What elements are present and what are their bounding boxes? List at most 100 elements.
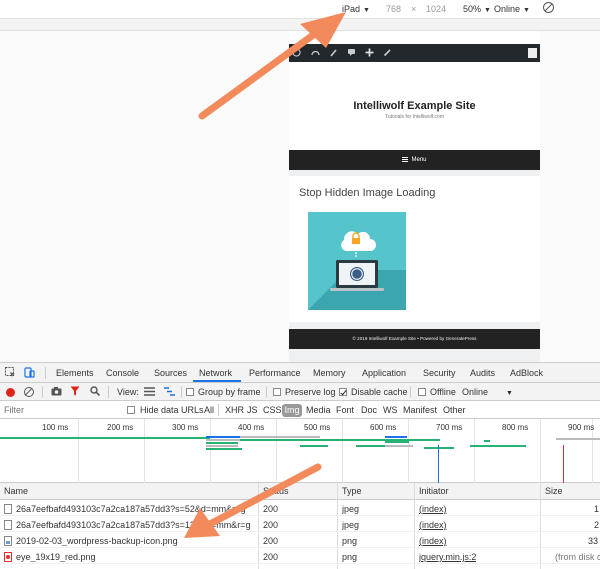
table-row[interactable]: 26a7eefbafd493103c7a2ca187a57dd3?s=128&d… [0,517,600,532]
hide-data-urls-checkbox[interactable] [127,406,135,414]
caret-down-icon: ▼ [484,7,491,14]
group-by-frame-checkbox[interactable] [186,388,194,396]
grid-line [144,419,145,483]
request-status: 200 [263,536,279,546]
zoom-select[interactable]: 50% ▼ [463,4,491,14]
large-rows-icon[interactable] [144,387,155,398]
dom-content-loaded-marker [438,445,439,483]
filter-type-js[interactable]: JS [247,405,258,415]
filter-type-doc[interactable]: Doc [361,405,377,415]
device-select[interactable]: iPad ▼ [342,4,370,14]
filter-input[interactable] [2,403,112,417]
record-icon[interactable] [6,388,15,397]
customize-brush-icon[interactable] [329,48,338,57]
filter-type-img[interactable]: Img [282,404,302,417]
time-tick: 300 ms [172,423,199,432]
request-name: 26a7eefbafd493103c7a2ca187a57dd3?s=52&d=… [16,504,246,514]
tab-application[interactable]: Application [362,368,406,378]
device-toggle-icon[interactable] [24,367,35,378]
request-initiator[interactable]: (index) [419,504,447,514]
request-initiator[interactable]: jquery.min.js:2 [419,552,476,562]
separator [266,386,267,398]
tab-security[interactable]: Security [423,368,456,378]
filter-type-css[interactable]: CSS [263,405,282,415]
menu-bar[interactable]: Menu [289,150,540,170]
wordpress-icon[interactable] [292,48,301,57]
disable-cache-checkbox[interactable] [339,388,347,396]
screenshot-camera-icon[interactable] [51,386,62,398]
table-row[interactable]: 26a7eefbafd493103c7a2ca187a57dd3?s=52&d=… [0,501,600,516]
tab-console[interactable]: Console [106,368,139,378]
tab-performance[interactable]: Performance [249,368,301,378]
clear-icon[interactable] [24,387,34,397]
inspect-element-icon[interactable] [5,367,16,378]
request-status: 200 [263,552,279,562]
edit-pencil-icon[interactable] [383,48,392,57]
wordpress-backup-image [308,212,406,310]
table-row[interactable]: eye_19x19_red.png 200 png jquery.min.js:… [0,549,600,564]
waterfall-bar [0,437,210,439]
throttle-label: Online [462,387,489,397]
requests-table: Name Status Type Initiator Size 26a7eefb… [0,483,600,569]
waterfall-bar [385,441,409,443]
tab-network[interactable]: Network [199,368,232,378]
grid-line [210,419,211,483]
tab-memory[interactable]: Memory [313,368,346,378]
grid-line [78,419,79,483]
eye-image-file-icon [4,552,12,562]
disable-cache-label: Disable cache [351,387,408,397]
separator [108,386,109,398]
site-title[interactable]: Intelliwolf Example Site [289,100,540,112]
dashboard-icon[interactable] [311,48,320,57]
viewport-gutter-right [540,31,600,362]
request-name: 26a7eefbafd493103c7a2ca187a57dd3?s=128&d… [16,520,251,530]
menu-label: Menu [411,157,427,163]
throttling-select[interactable]: Online ▼ [494,4,530,14]
column-header-status[interactable]: Status [263,486,289,496]
width-input[interactable]: 768 [386,4,401,14]
column-header-initiator[interactable]: Initiator [419,486,449,496]
user-avatar-icon[interactable] [528,48,537,58]
search-icon[interactable] [90,386,101,398]
tab-elements[interactable]: Elements [56,368,94,378]
offline-label: Offline [430,387,456,397]
image-file-icon [4,536,12,546]
filter-type-media[interactable]: Media [306,405,331,415]
network-overview[interactable]: 100 ms 200 ms 300 ms 400 ms 500 ms 600 m… [0,419,600,483]
waterfall-overview-icon[interactable] [164,387,175,398]
tab-sources[interactable]: Sources [154,368,187,378]
column-header-size[interactable]: Size [545,486,563,496]
preserve-log-checkbox[interactable] [273,388,281,396]
column-header-name[interactable]: Name [4,486,28,496]
waterfall-bar [424,447,454,449]
post-content: Stop Hidden Image Loading [289,176,540,322]
rotate-icon[interactable] [543,2,554,13]
column-header-type[interactable]: Type [342,486,362,496]
request-type: png [342,536,358,546]
height-input[interactable]: 1024 [426,4,446,14]
filter-type-manifest[interactable]: Manifest [403,405,437,415]
waterfall-bar [385,436,407,438]
time-tick: 500 ms [304,423,331,432]
comments-icon[interactable] [347,48,356,57]
filter-type-other[interactable]: Other [443,405,466,415]
filter-funnel-icon[interactable] [70,386,80,398]
new-plus-icon[interactable] [365,48,374,57]
table-row[interactable]: 2019-02-03_wordpress-backup-icon.png 200… [0,533,600,548]
request-initiator[interactable]: (index) [419,536,447,546]
filter-type-xhr[interactable]: XHR [225,405,244,415]
throttling-label: Online [494,4,521,14]
throttle-select[interactable]: Online ▼ [462,387,513,397]
filter-type-all[interactable]: All [204,405,214,415]
grid-line [540,419,541,483]
filter-type-ws[interactable]: WS [383,405,398,415]
tab-adblock[interactable]: AdBlock [510,368,543,378]
waterfall-bar [556,438,600,440]
request-initiator[interactable]: (index) [419,520,447,530]
offline-checkbox[interactable] [418,388,426,396]
view-label: View: [117,387,139,397]
devtools-tab-bar: Elements Console Sources Network Perform… [0,363,600,383]
tab-audits[interactable]: Audits [470,368,495,378]
site-tagline: Tutorials for Intelliwolf.com [385,114,444,120]
filter-type-font[interactable]: Font [336,405,354,415]
